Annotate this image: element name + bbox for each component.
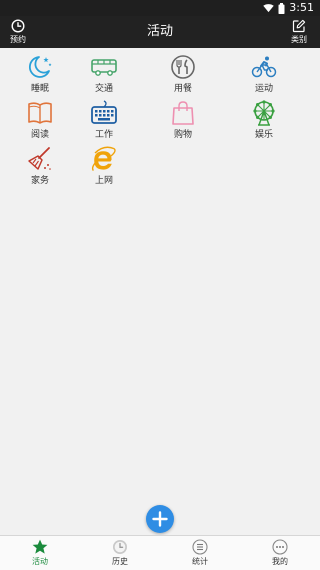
bus-icon — [90, 53, 118, 81]
ferris-wheel-icon — [250, 99, 278, 127]
category-label: 类别 — [291, 35, 307, 44]
internet-explorer-icon — [90, 145, 118, 173]
edit-icon — [281, 19, 317, 33]
nav-mine[interactable]: 我的 — [240, 539, 320, 567]
status-time: 3:51 — [289, 1, 314, 14]
shopping-bag-icon — [169, 99, 197, 127]
bottom-navigation: 活动 历史 统计 我的 — [0, 535, 320, 570]
keyboard-icon — [90, 99, 118, 127]
star-icon — [0, 539, 80, 555]
app-bar: 预约 活动 类别 — [0, 16, 320, 48]
nav-activity[interactable]: 活动 — [0, 539, 80, 567]
plus-icon — [146, 505, 174, 533]
more-dots-icon — [240, 539, 320, 555]
moon-stars-icon — [26, 53, 54, 81]
activity-label: 用餐 — [173, 84, 192, 94]
broom-icon — [26, 145, 54, 173]
activity-label: 工作 — [94, 130, 113, 140]
history-clock-icon — [80, 539, 160, 555]
list-icon — [160, 539, 240, 555]
activity-work[interactable]: 工作 — [64, 96, 144, 142]
activity-label: 购物 — [173, 130, 192, 140]
nav-label: 我的 — [272, 557, 288, 566]
cyclist-icon — [250, 53, 278, 81]
nav-history[interactable]: 历史 — [80, 539, 160, 567]
activity-dining[interactable]: 用餐 — [143, 50, 223, 96]
activity-entertainment[interactable]: 娱乐 — [224, 96, 304, 142]
nav-label: 历史 — [112, 557, 128, 566]
nav-stats[interactable]: 统计 — [160, 539, 240, 567]
status-bar: 3:51 — [0, 0, 320, 16]
page-title: 活动 — [146, 24, 173, 39]
activity-label: 运动 — [254, 84, 273, 94]
activity-shopping[interactable]: 购物 — [143, 96, 223, 142]
activity-sports[interactable]: 运动 — [224, 50, 304, 96]
activity-transport[interactable]: 交通 — [64, 50, 144, 96]
book-icon — [26, 99, 54, 127]
activity-label: 交通 — [94, 84, 113, 94]
add-activity-button[interactable] — [146, 505, 174, 533]
activity-internet[interactable]: 上网 — [64, 142, 144, 188]
battery-icon — [278, 2, 285, 14]
fork-knife-icon — [169, 53, 197, 81]
category-button[interactable]: 类别 — [281, 19, 317, 45]
activity-label: 娱乐 — [254, 130, 273, 140]
wifi-icon — [263, 3, 275, 13]
nav-label: 活动 — [32, 557, 48, 566]
activity-label: 上网 — [94, 176, 113, 186]
status-icons: 3:51 — [263, 2, 314, 14]
nav-label: 统计 — [192, 557, 208, 566]
